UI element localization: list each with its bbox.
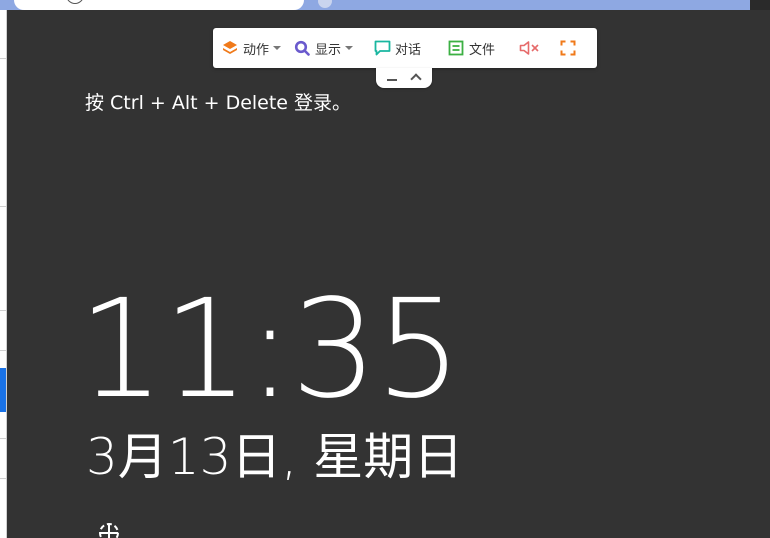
host-browser-tabbar [0, 0, 770, 10]
chevron-down-icon [345, 46, 354, 50]
login-prompt: 按 Ctrl + Alt + Delete 登录。 [85, 92, 352, 114]
host-sidebar-strip [0, 10, 7, 538]
chat-button[interactable]: 对话 [373, 28, 421, 68]
host-browser-tab[interactable] [14, 0, 304, 10]
action-menu-label: 动作 [243, 42, 270, 58]
speaker-muted-icon [519, 39, 541, 57]
magnifier-icon [293, 39, 311, 57]
file-label: 文件 [469, 42, 496, 58]
fullscreen-icon [559, 39, 577, 57]
mute-button[interactable] [519, 28, 545, 68]
display-menu-button[interactable]: 显示 [293, 28, 354, 68]
host-new-tab-icon[interactable] [318, 0, 332, 8]
file-button[interactable]: 文件 [447, 28, 495, 68]
display-menu-label: 显示 [315, 42, 342, 58]
remote-toolbar: 动作 显示 对话 文件 [213, 28, 597, 68]
minus-icon[interactable] [387, 79, 397, 81]
layers-icon [221, 39, 239, 57]
chevron-up-icon[interactable] [410, 73, 422, 85]
file-icon [447, 39, 465, 57]
chat-bubble-icon [373, 39, 391, 57]
host-sidebar-active-item[interactable] [0, 368, 6, 412]
host-window-edge [750, 0, 770, 10]
ease-of-access-icon[interactable] [96, 520, 122, 538]
action-menu-button[interactable]: 动作 [221, 28, 282, 68]
lock-screen-date: 3月13日, 星期日 [86, 428, 464, 486]
chevron-down-icon [273, 46, 282, 50]
remote-desktop-view: 动作 显示 对话 文件 按 Ctrl + Alt + Delete 登录。 11… [0, 0, 770, 538]
host-tab-favicon-icon [66, 0, 84, 4]
chat-label: 对话 [395, 42, 422, 58]
fullscreen-button[interactable] [559, 28, 581, 68]
lock-screen-time: 11:35 [78, 271, 462, 429]
toolbar-handle [376, 68, 432, 88]
